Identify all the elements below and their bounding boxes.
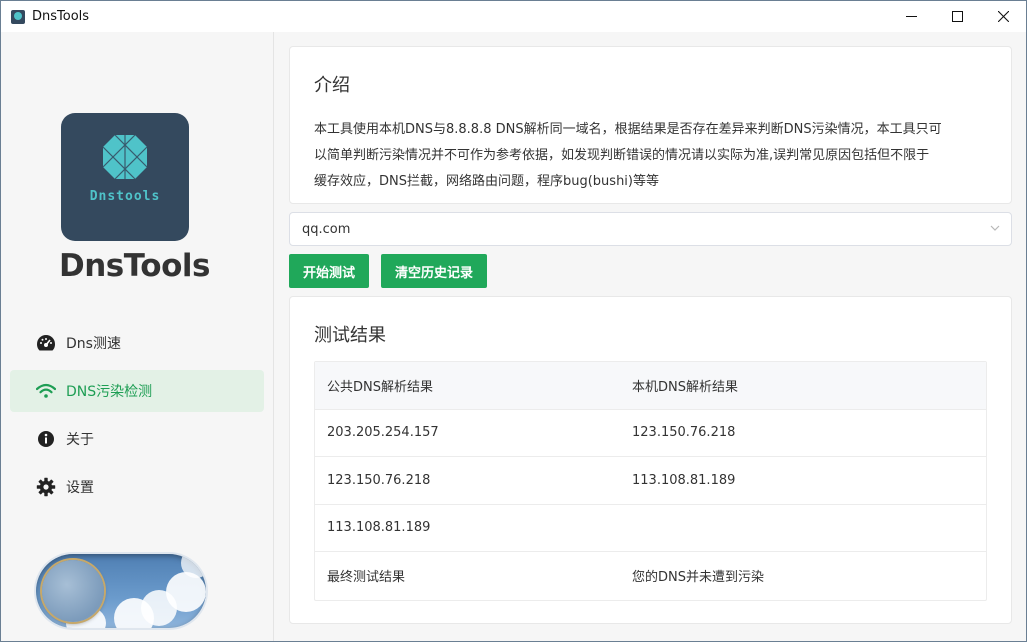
sidebar-nav: Dns测速 DNS污染检测 关于 设置: [10, 322, 264, 514]
results-table: 公共DNS解析结果 本机DNS解析结果 203.205.254.157 123.…: [314, 361, 987, 601]
minimize-icon[interactable]: [888, 1, 934, 32]
intro-line: 以简单判断污染情况并不可作为参考依据，如发现判断错误的情况请以实际为准,误判常见…: [314, 148, 930, 163]
sidebar-item-dns-speed[interactable]: Dns测速: [10, 322, 264, 364]
sidebar-item-label: DNS污染检测: [66, 384, 153, 400]
gem-icon: [102, 134, 148, 180]
app-window: DnsTools Dnstools DnsTools Dns测速 DNS污染检测…: [0, 0, 1027, 642]
table-cell: 123.150.76.218: [327, 472, 431, 488]
app-brand: DnsTools: [59, 248, 210, 284]
table-header: 公共DNS解析结果 本机DNS解析结果: [315, 362, 986, 410]
final-result-label: 最终测试结果: [327, 570, 406, 586]
app-logo: Dnstools: [61, 113, 189, 241]
table-cell: 113.108.81.189: [632, 472, 736, 488]
close-icon[interactable]: [980, 1, 1026, 32]
sidebar-item-label: Dns测速: [66, 336, 121, 352]
sidebar-item-settings[interactable]: 设置: [10, 466, 264, 508]
column-header-public-dns: 公共DNS解析结果: [327, 379, 433, 395]
toggle-knob[interactable]: [42, 560, 104, 622]
chevron-down-icon: [989, 222, 1001, 238]
sidebar: Dnstools DnsTools Dns测速 DNS污染检测 关于 设置: [1, 32, 274, 641]
table-cell: 113.108.81.189: [327, 520, 431, 536]
table-row: 113.108.81.189: [315, 505, 986, 552]
intro-line: 缓存效应，DNS拦截，网络路由问题，程序bug(bushi)等等: [314, 174, 659, 189]
column-header-local-dns: 本机DNS解析结果: [632, 379, 738, 395]
sidebar-item-label: 设置: [66, 480, 94, 496]
logo-text: Dnstools: [89, 189, 161, 204]
table-cell: 123.150.76.218: [632, 425, 736, 441]
theme-toggle[interactable]: [36, 554, 206, 628]
intro-card: 介绍 本工具使用本机DNS与8.8.8.8 DNS解析同一域名，根据结果是否存在…: [289, 46, 1012, 204]
table-row: 最终测试结果 您的DNS并未遭到污染: [315, 552, 986, 600]
info-icon: [36, 429, 56, 449]
results-card: 测试结果 公共DNS解析结果 本机DNS解析结果 203.205.254.157…: [289, 296, 1012, 624]
speedometer-icon: [36, 333, 56, 353]
clear-history-button[interactable]: 清空历史记录: [381, 254, 488, 288]
main-content: 介绍 本工具使用本机DNS与8.8.8.8 DNS解析同一域名，根据结果是否存在…: [289, 46, 1012, 624]
sidebar-item-label: 关于: [66, 432, 94, 448]
maximize-icon[interactable]: [934, 1, 980, 32]
domain-select-value: qq.com: [302, 221, 351, 237]
wifi-icon: [36, 381, 56, 401]
intro-title: 介绍: [314, 75, 350, 96]
results-title: 测试结果: [314, 325, 386, 346]
sidebar-item-dns-pollution[interactable]: DNS污染检测: [10, 370, 264, 412]
app-icon: [11, 9, 25, 24]
domain-select[interactable]: qq.com: [289, 212, 1012, 246]
sidebar-item-about[interactable]: 关于: [10, 418, 264, 460]
intro-line: 本工具使用本机DNS与8.8.8.8 DNS解析同一域名，根据结果是否存在差异来…: [314, 122, 942, 137]
table-row: 123.150.76.218 113.108.81.189: [315, 457, 986, 505]
intro-text: 本工具使用本机DNS与8.8.8.8 DNS解析同一域名，根据结果是否存在差异来…: [314, 117, 987, 195]
action-buttons: 开始测试 清空历史记录: [289, 254, 1012, 288]
start-test-button[interactable]: 开始测试: [289, 254, 370, 288]
gear-icon: [36, 477, 56, 497]
window-title: DnsTools: [32, 9, 90, 24]
window-controls: [888, 1, 1026, 32]
final-result-value: 您的DNS并未遭到污染: [632, 570, 764, 586]
title-bar[interactable]: DnsTools: [1, 1, 1026, 32]
table-cell: 203.205.254.157: [327, 425, 439, 441]
table-row: 203.205.254.157 123.150.76.218: [315, 410, 986, 457]
